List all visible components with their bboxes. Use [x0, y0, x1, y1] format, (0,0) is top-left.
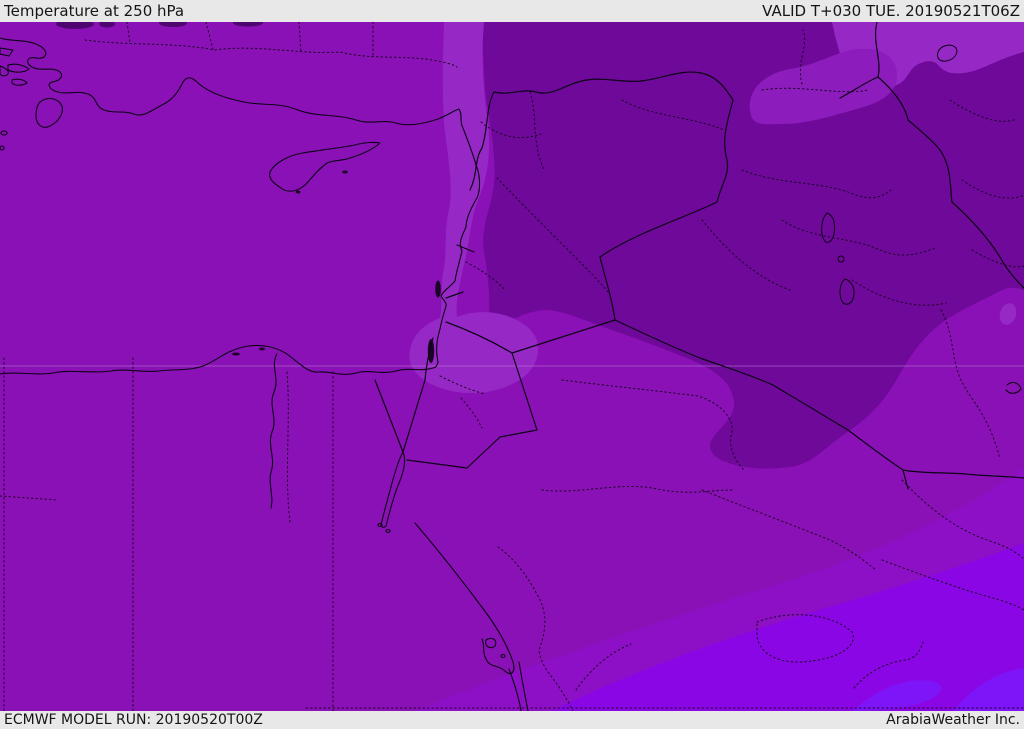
- temperature-map: [0, 22, 1024, 711]
- dead-sea: [427, 339, 435, 363]
- map-canvas: [0, 22, 1024, 711]
- page-title: Temperature at 250 hPa: [4, 2, 185, 20]
- delta-lagoon-2: [259, 347, 265, 351]
- valid-time-label: VALID T+030 TUE. 20190521T06Z: [762, 2, 1020, 20]
- footer-bar: ECMWF MODEL RUN: 20190520T00Z ArabiaWeat…: [0, 711, 1024, 729]
- model-run-label: ECMWF MODEL RUN: 20190520T00Z: [4, 712, 263, 728]
- header-bar: Temperature at 250 hPa VALID T+030 TUE. …: [0, 0, 1024, 22]
- weather-map-app: Temperature at 250 hPa VALID T+030 TUE. …: [0, 0, 1024, 729]
- cyprus-lake-1: [295, 190, 301, 194]
- cyprus-lake-2: [342, 170, 348, 174]
- credit-label: ArabiaWeather Inc.: [886, 712, 1020, 728]
- sea-of-galilee: [435, 280, 441, 298]
- delta-lagoon-1: [232, 352, 240, 356]
